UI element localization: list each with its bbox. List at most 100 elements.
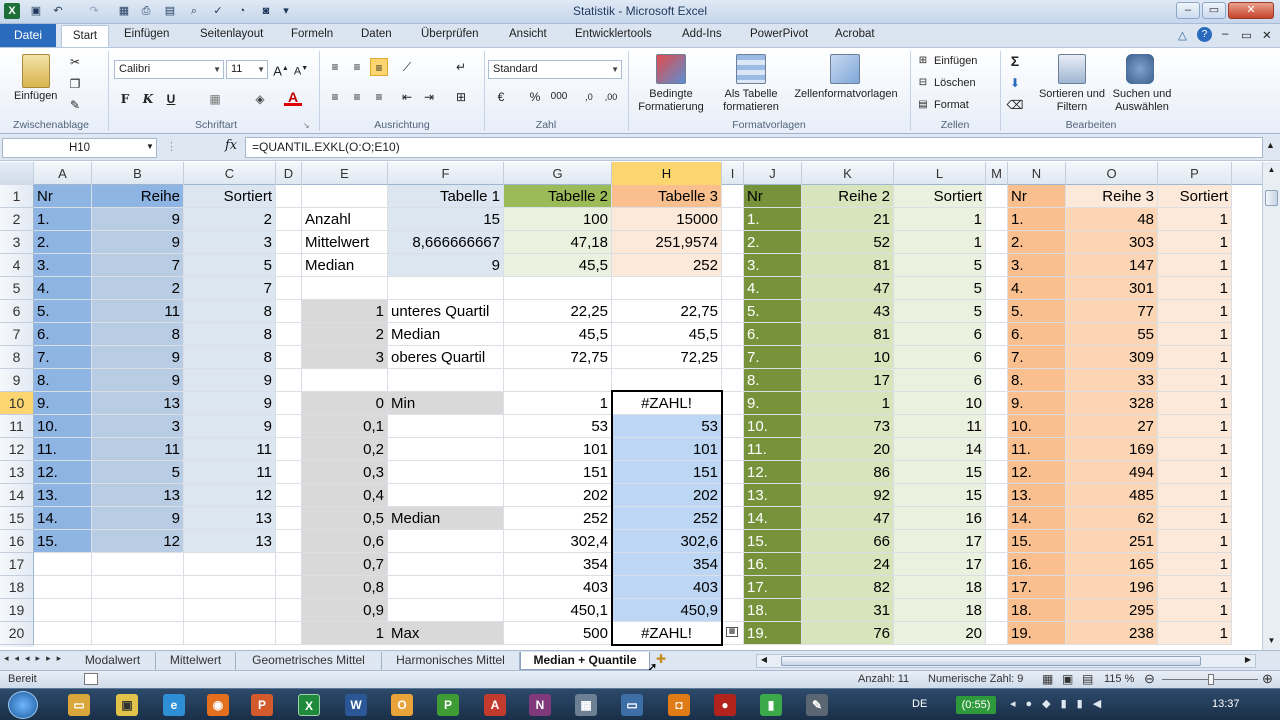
cell-d3[interactable] [276, 231, 302, 254]
cell-j19[interactable]: 18. [744, 599, 802, 622]
cell-d5[interactable] [276, 277, 302, 300]
cell-m12[interactable] [986, 438, 1008, 461]
cell-f20[interactable]: Max [388, 622, 504, 645]
cell-i5[interactable] [722, 277, 744, 300]
cell-g13[interactable]: 151 [504, 461, 612, 484]
cell-c2[interactable]: 2 [184, 208, 276, 231]
decrease-decimal-icon[interactable]: ,00 [602, 88, 620, 106]
view-page-break-icon[interactable]: ▤ [1082, 672, 1093, 686]
cell-n2[interactable]: 1. [1008, 208, 1066, 231]
cell-g20[interactable]: 500 [504, 622, 612, 645]
cell-l3[interactable]: 1 [894, 231, 986, 254]
outlook-icon[interactable]: O [391, 694, 413, 716]
conditional-format-icon[interactable] [656, 54, 686, 84]
cell-k14[interactable]: 92 [802, 484, 894, 507]
cell-f10[interactable]: Min [388, 392, 504, 415]
cell-e19[interactable]: 0,9 [302, 599, 388, 622]
cell-c13[interactable]: 11 [184, 461, 276, 484]
cell-m11[interactable] [986, 415, 1008, 438]
cell-b14[interactable]: 13 [92, 484, 184, 507]
cell-m18[interactable] [986, 576, 1008, 599]
cell-g9[interactable] [504, 369, 612, 392]
cell-l8[interactable]: 6 [894, 346, 986, 369]
decrease-indent-icon[interactable]: ⇤ [398, 88, 416, 106]
cell-h4[interactable]: 252 [612, 254, 722, 277]
cell-l9[interactable]: 6 [894, 369, 986, 392]
cell-h9[interactable] [612, 369, 722, 392]
cell-i9[interactable] [722, 369, 744, 392]
cell-e12[interactable]: 0,2 [302, 438, 388, 461]
sheet-tab-geometrisches-mittel[interactable]: Geometrisches Mittel [236, 652, 382, 670]
cell-a17[interactable] [34, 553, 92, 576]
cell-k4[interactable]: 81 [802, 254, 894, 277]
cell-d10[interactable] [276, 392, 302, 415]
minimize-button[interactable]: – [1176, 2, 1200, 19]
tab-acrobat[interactable]: Acrobat [835, 28, 875, 40]
sheet-tab-median-quantile[interactable]: Median + Quantile [520, 652, 650, 670]
horizontal-scrollbar[interactable]: ◀ ▶ [756, 654, 1256, 668]
cell-b11[interactable]: 3 [92, 415, 184, 438]
cell-p16[interactable]: 1 [1158, 530, 1232, 553]
cell-m4[interactable] [986, 254, 1008, 277]
cell-c1[interactable]: Sortiert [184, 185, 276, 208]
cell-o19[interactable]: 295 [1066, 599, 1158, 622]
cell-g17[interactable]: 354 [504, 553, 612, 576]
cell-g19[interactable]: 450,1 [504, 599, 612, 622]
cell-c11[interactable]: 9 [184, 415, 276, 438]
cell-n15[interactable]: 14. [1008, 507, 1066, 530]
cell-n9[interactable]: 8. [1008, 369, 1066, 392]
cell-d13[interactable] [276, 461, 302, 484]
tab-daten[interactable]: Daten [361, 28, 392, 40]
cell-l20[interactable]: 20 [894, 622, 986, 645]
cell-c8[interactable]: 8 [184, 346, 276, 369]
cell-o12[interactable]: 169 [1066, 438, 1158, 461]
cell-i16[interactable] [722, 530, 744, 553]
align-right-icon[interactable]: ≡ [370, 88, 388, 106]
cell-h8[interactable]: 72,25 [612, 346, 722, 369]
cell-a14[interactable]: 13. [34, 484, 92, 507]
border-icon[interactable]: ▦ [206, 90, 224, 108]
cell-b3[interactable]: 9 [92, 231, 184, 254]
cell-p7[interactable]: 1 [1158, 323, 1232, 346]
row-header-10[interactable]: 10 [0, 392, 34, 415]
cell-l14[interactable]: 15 [894, 484, 986, 507]
maximize-button[interactable]: ▭ [1202, 2, 1226, 19]
grow-font-icon[interactable]: A▲ [272, 60, 290, 78]
insert-cells-button[interactable]: Einfügen [934, 55, 977, 67]
cell-o10[interactable]: 328 [1066, 392, 1158, 415]
cell-g12[interactable]: 101 [504, 438, 612, 461]
cell-h14[interactable]: 202 [612, 484, 722, 507]
cell-a11[interactable]: 10. [34, 415, 92, 438]
cell-j7[interactable]: 6. [744, 323, 802, 346]
cell-p20[interactable]: 1 [1158, 622, 1232, 645]
cell-b5[interactable]: 2 [92, 277, 184, 300]
cell-m16[interactable] [986, 530, 1008, 553]
cell-l5[interactable]: 5 [894, 277, 986, 300]
powerpoint-icon[interactable]: P [251, 694, 273, 716]
cell-o14[interactable]: 485 [1066, 484, 1158, 507]
tab-addins[interactable]: Add-Ins [682, 28, 722, 40]
bold-button[interactable]: F [116, 90, 134, 108]
cell-h5[interactable] [612, 277, 722, 300]
font-color-icon[interactable]: A [284, 88, 302, 106]
paste-icon[interactable] [22, 54, 50, 88]
cell-m3[interactable] [986, 231, 1008, 254]
cell-k2[interactable]: 21 [802, 208, 894, 231]
column-header-l[interactable]: L [894, 162, 986, 185]
cell-d15[interactable] [276, 507, 302, 530]
cell-o18[interactable]: 196 [1066, 576, 1158, 599]
cell-h12[interactable]: 101 [612, 438, 722, 461]
cell-n3[interactable]: 2. [1008, 231, 1066, 254]
name-box[interactable]: H10 [2, 138, 157, 158]
column-header-m[interactable]: M [986, 162, 1008, 185]
underline-button[interactable]: U [162, 90, 180, 108]
cell-o20[interactable]: 238 [1066, 622, 1158, 645]
cell-p17[interactable]: 1 [1158, 553, 1232, 576]
cell-l6[interactable]: 5 [894, 300, 986, 323]
cell-g3[interactable]: 47,18 [504, 231, 612, 254]
percent-button[interactable]: % [526, 88, 544, 106]
cell-n13[interactable]: 12. [1008, 461, 1066, 484]
cell-f14[interactable] [388, 484, 504, 507]
sort-filter-button[interactable]: Sortieren und Filtern [1036, 88, 1108, 114]
align-center-icon[interactable]: ≡ [348, 88, 366, 106]
